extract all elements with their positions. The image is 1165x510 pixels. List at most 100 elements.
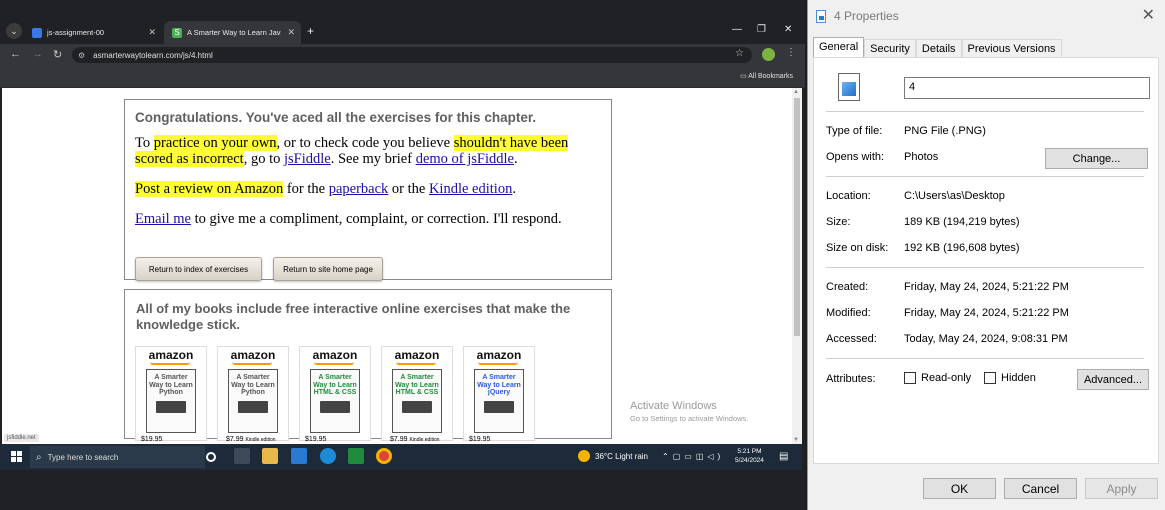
windows-start-icon[interactable]: [11, 451, 22, 462]
price-text: $19.95: [141, 436, 163, 443]
taskbar-clock[interactable]: 5:21 PM 5/24/2024: [735, 447, 764, 465]
divider: [826, 267, 1144, 268]
book-link[interactable]: amazon A Smarter Way to Learn jQuery: [463, 346, 535, 441]
book-link[interactable]: amazon A Smarter Way to Learn Python: [135, 346, 207, 441]
text: .: [512, 181, 516, 197]
book-link[interactable]: amazon A Smarter Way to Learn HTML & CSS: [381, 346, 453, 441]
scroll-up-icon[interactable]: ▲: [793, 89, 799, 95]
chrome-icon[interactable]: [376, 448, 392, 464]
tab-details[interactable]: Details: [915, 39, 962, 58]
book-link[interactable]: amazon A Smarter Way to Learn Python: [217, 346, 289, 441]
page-scrollbar[interactable]: ▲ ▼: [792, 88, 802, 444]
scroll-down-icon[interactable]: ▼: [793, 437, 799, 443]
book-cover: A Smarter Way to Learn Python: [146, 369, 196, 433]
cancel-button[interactable]: Cancel: [1004, 478, 1077, 499]
url-text: asmarterwaytolearn.com/js/4.html: [93, 50, 213, 60]
edge-icon[interactable]: [320, 448, 336, 464]
demo-jsfiddle-link[interactable]: demo of jsFiddle: [416, 151, 514, 167]
return-index-button[interactable]: Return to index of exercises: [135, 257, 262, 281]
file-name-input[interactable]: 4: [904, 77, 1150, 99]
site-info-icon[interactable]: ⚙: [78, 51, 85, 60]
apply-button[interactable]: Apply: [1085, 478, 1158, 499]
laptop-icon: [156, 400, 186, 413]
review-paragraph: Post a review on Amazon for the paperbac…: [135, 181, 601, 197]
checkbox-box[interactable]: [984, 372, 996, 384]
dialog-close-icon[interactable]: ✕: [1142, 5, 1155, 25]
type-value: PNG File (.PNG): [904, 125, 986, 137]
text: or the: [388, 181, 429, 197]
hidden-checkbox[interactable]: Hidden: [984, 372, 1036, 384]
profile-avatar-icon[interactable]: [762, 48, 775, 61]
vscode-icon[interactable]: [291, 448, 307, 464]
activate-title: Activate Windows: [630, 400, 717, 412]
task-view-icon[interactable]: [234, 448, 250, 464]
change-button[interactable]: Change...: [1045, 148, 1148, 169]
jsfiddle-paragraph: To practice on your own, or to check cod…: [135, 135, 601, 167]
system-tray[interactable]: 36°C Light rain ⌃▢▭◫◁): [578, 450, 724, 462]
advanced-button[interactable]: Advanced...: [1077, 369, 1149, 390]
new-tab-button[interactable]: +: [307, 24, 314, 38]
paperback-link[interactable]: paperback: [329, 181, 389, 197]
windows-taskbar: ⌕ Type here to search 36°C Light rain ⌃▢…: [0, 444, 802, 470]
book-title: A Smarter Way to Learn HTML & CSS: [313, 374, 357, 396]
restore-icon[interactable]: ❐: [757, 24, 766, 35]
tab-security[interactable]: Security: [864, 39, 916, 58]
book-cover: A Smarter Way to Learn HTML & CSS: [310, 369, 360, 433]
menu-kebab-icon[interactable]: ⋮: [786, 47, 796, 58]
text: , or to check code you believe: [276, 135, 454, 151]
all-bookmarks-label: All Bookmarks: [748, 73, 793, 80]
tab-smarter-way[interactable]: S A Smarter Way to Learn JavaScript ✕: [164, 21, 301, 44]
cortana-icon[interactable]: [206, 452, 216, 462]
books-heading: All of my books include free interactive…: [136, 301, 571, 332]
back-arrow-icon[interactable]: ←: [10, 48, 21, 60]
ok-button[interactable]: OK: [923, 478, 996, 499]
checkbox-box[interactable]: [904, 372, 916, 384]
close-window-icon[interactable]: ✕: [784, 24, 792, 35]
modified-label: Modified:: [826, 307, 871, 319]
tab-label: js-assignment-00: [47, 28, 105, 37]
modified-value: Friday, May 24, 2024, 5:21:22 PM: [904, 307, 1069, 319]
site-favicon-icon: [32, 27, 42, 38]
jsfiddle-link[interactable]: jsFiddle: [284, 151, 331, 167]
divider: [826, 176, 1144, 177]
project-icon[interactable]: [348, 448, 364, 464]
amazon-smile-icon: [478, 362, 518, 365]
size-label: Size:: [826, 216, 851, 228]
tab-general[interactable]: General: [813, 37, 865, 58]
file-explorer-icon[interactable]: [262, 448, 278, 464]
tray-icons[interactable]: ⌃▢▭◫◁): [662, 452, 724, 461]
dialog-title-bar: 4 Properties: [816, 7, 899, 25]
reload-icon[interactable]: ↻: [53, 48, 62, 61]
minimize-icon[interactable]: —: [732, 24, 742, 35]
laptop-icon: [402, 400, 432, 413]
kindle-edition-link[interactable]: Kindle edition: [429, 181, 512, 197]
weather-text: 36°C Light rain: [595, 451, 649, 461]
opens-with-label: Opens with:: [826, 151, 885, 163]
address-bar[interactable]: ⚙ asmarterwaytolearn.com/js/4.html ☆: [72, 47, 752, 63]
tab-js-assignment[interactable]: js-assignment-00 ✕: [24, 21, 162, 44]
tab-close-icon[interactable]: ✕: [148, 27, 156, 38]
book-link[interactable]: amazon A Smarter Way to Learn HTML & CSS: [299, 346, 371, 441]
price-text: $7.99: [226, 436, 244, 443]
readonly-checkbox[interactable]: Read-only: [904, 372, 971, 384]
kindle-label: Kindle edition: [245, 437, 276, 443]
taskbar-search-box[interactable]: ⌕ Type here to search: [30, 446, 205, 468]
type-label: Type of file:: [826, 125, 883, 137]
text: to give me a compliment, complaint, or c…: [190, 211, 562, 227]
clock-time: 5:21 PM: [737, 448, 762, 455]
email-me-link[interactable]: Email me: [135, 211, 191, 227]
tab-close-icon[interactable]: ✕: [287, 27, 295, 38]
amazon-logo: amazon: [476, 348, 522, 362]
scrollbar-thumb[interactable]: [794, 98, 800, 336]
all-bookmarks-button[interactable]: ▭ All Bookmarks: [740, 72, 793, 80]
notifications-icon[interactable]: ▤: [779, 451, 788, 462]
attributes-label: Attributes:: [826, 373, 876, 385]
tab-search-icon[interactable]: ⌄: [6, 23, 22, 39]
return-home-button[interactable]: Return to site home page: [273, 257, 383, 281]
image-thumbnail: [842, 82, 856, 96]
browser-toolbar: ← → ↻ ⚙ asmarterwaytolearn.com/js/4.html…: [0, 44, 805, 66]
tab-previous-versions[interactable]: Previous Versions: [961, 39, 1062, 58]
accessed-value: Today, May 24, 2024, 9:08:31 PM: [904, 333, 1068, 345]
bookmark-star-icon[interactable]: ☆: [735, 48, 744, 59]
forward-arrow-icon[interactable]: →: [32, 48, 43, 60]
